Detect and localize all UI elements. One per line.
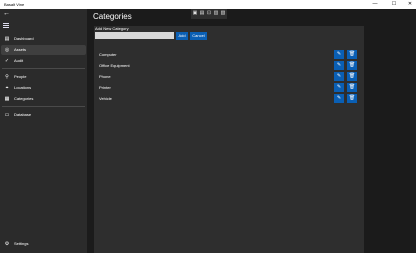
list-item: Printer ✎ 🗑 <box>94 83 364 94</box>
nav-item-assets[interactable]: ◎ Assets <box>1 45 86 55</box>
maximize-icon[interactable]: ☐ <box>387 0 401 9</box>
location-icon: ⌖ <box>5 85 9 91</box>
trash-icon[interactable]: 🗑 <box>347 50 357 59</box>
audit-icon: ✓ <box>4 58 10 64</box>
category-name: Office Equipment <box>99 63 130 68</box>
toolbar-icon-5[interactable]: ▧ <box>220 10 226 17</box>
nav-item-label: Settings <box>14 241 29 246</box>
nav-item-label: Categories <box>14 96 34 101</box>
categories-icon: ▦ <box>4 96 10 102</box>
trash-icon[interactable]: 🗑 <box>347 83 357 92</box>
category-name: Printer <box>99 85 111 90</box>
nav-item-label: People <box>14 74 27 79</box>
trash-icon[interactable]: 🗑 <box>347 94 357 103</box>
pencil-icon[interactable]: ✎ <box>334 50 344 59</box>
list-item: Phone ✎ 🗑 <box>94 72 364 83</box>
nav-item-audit[interactable]: ✓ Audit <box>1 56 86 66</box>
toolbar-icon-3[interactable]: ⊡ <box>206 10 212 17</box>
list-item: Vehicle ✎ 🗑 <box>94 94 364 105</box>
people-icon: ⚲ <box>5 74 9 80</box>
dashboard-icon: ▤ <box>4 36 10 42</box>
add-category-label: Add New Category <box>95 26 129 31</box>
nav-item-people[interactable]: ⚲ People <box>1 72 86 82</box>
window-titlebar: Basalt Vine — ☐ ✕ <box>0 0 416 9</box>
back-arrow-icon[interactable]: ← <box>3 10 11 18</box>
assets-icon: ◎ <box>4 47 10 53</box>
pencil-icon[interactable]: ✎ <box>334 61 344 70</box>
nav-item-label: Database <box>14 112 32 117</box>
pencil-icon[interactable]: ✎ <box>334 94 344 103</box>
toolbar-icon-2[interactable]: ▤ <box>199 10 205 17</box>
nav-item-label: Audit <box>14 58 24 63</box>
nav-item-categories[interactable]: ▦ Categories <box>1 94 86 104</box>
category-name: Computer <box>99 52 117 57</box>
nav-divider <box>2 68 85 69</box>
page-title: Categories <box>93 12 132 21</box>
database-icon: ▭ <box>4 112 10 118</box>
list-item: Office Equipment ✎ 🗑 <box>94 61 364 72</box>
trash-icon[interactable]: 🗑 <box>347 72 357 81</box>
close-icon[interactable]: ✕ <box>403 0 416 9</box>
pencil-icon[interactable]: ✎ <box>334 83 344 92</box>
trash-icon[interactable]: 🗑 <box>347 61 357 70</box>
category-name-input[interactable] <box>95 32 174 39</box>
window-title: Basalt Vine <box>4 2 25 7</box>
pencil-icon[interactable]: ✎ <box>334 72 344 81</box>
cancel-button[interactable]: Cancel <box>190 32 207 40</box>
navigation-pane: ← ▤ Dashboard ◎ Assets ✓ Audit ⚲ People … <box>0 9 87 253</box>
category-name: Vehicle <box>99 96 112 101</box>
list-item: Computer ✎ 🗑 <box>94 50 364 61</box>
toolbar-icon-4[interactable]: ▥ <box>213 10 219 17</box>
nav-item-label: Dashboard <box>14 36 34 41</box>
main-content: ▣ ▤ ⊡ ▥ ▧ Categories Add New Category Ad… <box>87 9 416 253</box>
nav-item-dashboard[interactable]: ▤ Dashboard <box>1 34 86 44</box>
gear-icon: ⚙ <box>4 241 10 247</box>
add-button[interactable]: Add <box>176 32 188 40</box>
floating-toolbar: ▣ ▤ ⊡ ▥ ▧ <box>191 9 227 19</box>
hamburger-menu-icon[interactable] <box>3 22 11 30</box>
nav-item-label: Locations <box>14 85 32 90</box>
minimize-icon[interactable]: — <box>368 0 382 9</box>
category-name: Phone <box>99 74 111 79</box>
nav-item-settings[interactable]: ⚙ Settings <box>1 239 86 249</box>
nav-item-label: Assets <box>14 47 27 52</box>
nav-item-database[interactable]: ▭ Database <box>1 110 86 120</box>
nav-divider <box>2 106 85 107</box>
nav-item-locations[interactable]: ⌖ Locations <box>1 83 86 93</box>
toolbar-icon-1[interactable]: ▣ <box>192 10 198 17</box>
categories-list: Computer ✎ 🗑 Office Equipment ✎ 🗑 Phone … <box>94 44 364 253</box>
